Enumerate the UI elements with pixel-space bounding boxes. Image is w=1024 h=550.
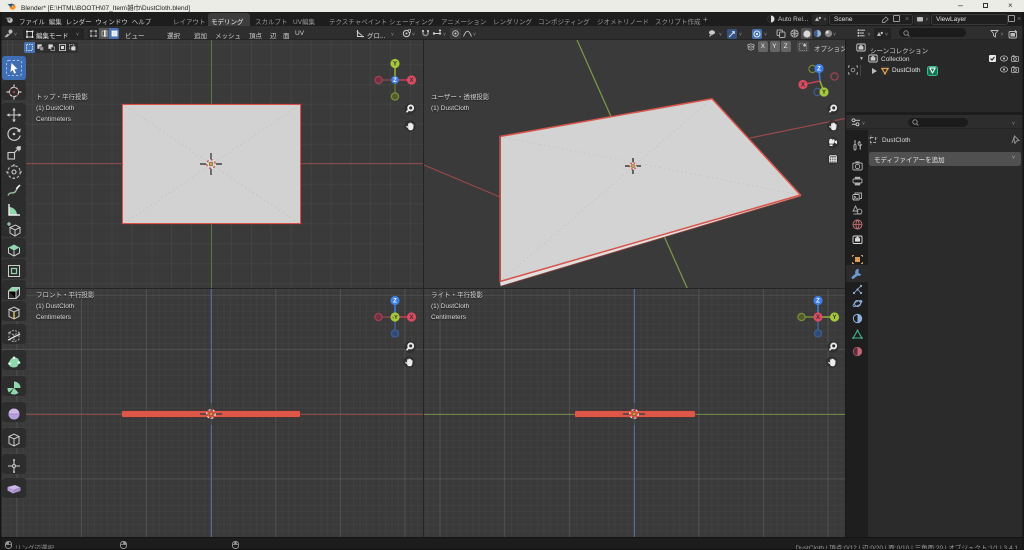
svg-text:Z: Z bbox=[393, 78, 397, 84]
svg-text:Y: Y bbox=[393, 62, 397, 68]
svg-text:Z: Z bbox=[817, 67, 821, 73]
svg-text:Z: Z bbox=[393, 298, 397, 304]
svg-text:X: X bbox=[409, 78, 413, 84]
svg-text:Z: Z bbox=[816, 298, 820, 304]
svg-text:-Y: -Y bbox=[392, 315, 398, 321]
svg-text:X: X bbox=[409, 315, 413, 321]
svg-text:X: X bbox=[801, 83, 805, 89]
svg-text:Y: Y bbox=[822, 90, 826, 96]
svg-text:X: X bbox=[816, 315, 820, 321]
svg-text:Y: Y bbox=[832, 315, 836, 321]
